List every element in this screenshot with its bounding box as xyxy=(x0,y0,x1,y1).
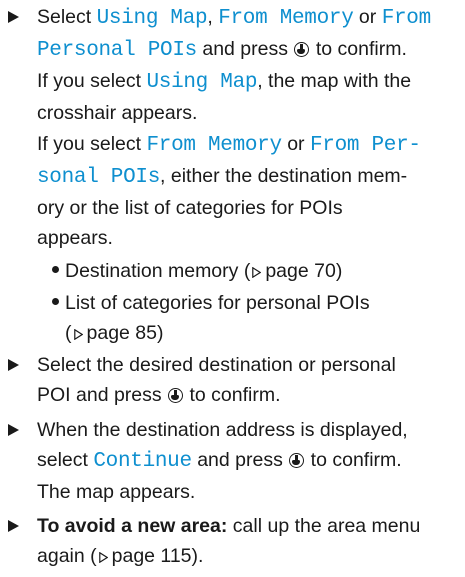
text: to confirm. xyxy=(310,38,407,60)
text: Select the desired destination or person… xyxy=(37,354,396,376)
text-line: When the destination address is displaye… xyxy=(37,415,460,445)
text-line: POI and press to confirm. xyxy=(37,380,460,410)
text: or xyxy=(281,133,310,155)
text: call up the area menu xyxy=(227,515,421,537)
page-reference-triangle-icon xyxy=(73,329,83,340)
list-item-destination-memory: Destination memory ( page 70) xyxy=(52,256,462,286)
option-using-map: Using Map xyxy=(146,71,258,94)
text-line: ( page 85) xyxy=(52,318,462,348)
text: ) xyxy=(157,322,164,344)
text-line: ory or the list of categories for POIs xyxy=(37,193,462,223)
text: If you select xyxy=(37,133,147,155)
text-line: crosshair appears. xyxy=(37,98,460,128)
text: ( xyxy=(65,322,72,344)
text-line: List of categories for personal POIs xyxy=(52,288,462,318)
text: , the map with the xyxy=(257,70,412,92)
text: If you select xyxy=(37,70,147,92)
text-line: Select the desired destination or person… xyxy=(37,350,460,380)
page-link[interactable]: page 115 xyxy=(112,545,192,567)
manual-page: Select Using Map, From Memory or From Pe… xyxy=(0,0,465,577)
page-link[interactable]: page 70 xyxy=(265,260,336,282)
list-item-personal-poi-categories: List of categories for personal POIs ( pa… xyxy=(52,288,462,348)
text-line: The map appears. xyxy=(37,477,460,507)
text: , xyxy=(207,6,219,28)
controller-knob-icon xyxy=(289,453,305,468)
paragraph-memory-or-personal: If you select From Memory or From Per- s… xyxy=(37,129,462,253)
step-text: Select the desired destination or person… xyxy=(37,350,460,410)
text: List of categories for personal POIs xyxy=(65,292,370,314)
step-arrow-icon xyxy=(8,359,19,371)
text: to confirm. xyxy=(184,384,281,406)
text: appears. xyxy=(37,227,113,249)
text: Select xyxy=(37,6,97,28)
step-continue: When the destination address is displaye… xyxy=(8,415,460,507)
text-line: If you select From Memory or From Per- xyxy=(37,129,462,161)
text: ) xyxy=(335,260,343,282)
text: select xyxy=(37,449,94,471)
page-link[interactable]: page 85 xyxy=(87,322,158,344)
page-reference-triangle-icon xyxy=(98,552,108,563)
text: to confirm. xyxy=(305,449,402,471)
option-from-personal-pois: sonal POIs xyxy=(37,166,161,189)
page-reference-triangle-icon xyxy=(252,267,262,278)
bullet-icon xyxy=(52,266,59,273)
option-from-memory: From Memory xyxy=(146,134,282,157)
option-from-memory: From Memory xyxy=(218,7,354,30)
text: and press xyxy=(196,38,294,60)
option-using-map: Using Map xyxy=(96,7,208,30)
text-line: appears. xyxy=(37,223,462,253)
text-line: again ( page 115). xyxy=(37,541,460,571)
controller-knob-icon xyxy=(168,388,184,403)
step-arrow-icon xyxy=(8,11,19,23)
text: or xyxy=(353,6,382,28)
text: again ( xyxy=(37,545,97,567)
option-from-personal-pois: From xyxy=(381,7,432,30)
option-from-personal-pois: Personal POIs xyxy=(37,39,197,62)
bullet-icon xyxy=(52,298,59,305)
option-continue: Continue xyxy=(93,450,192,473)
text-line: If you select Using Map, the map with th… xyxy=(37,66,460,98)
text: Destination memory ( xyxy=(65,260,251,282)
step-arrow-icon xyxy=(8,520,19,532)
text: The map appears. xyxy=(37,481,196,503)
option-from-personal-pois: From Per- xyxy=(309,134,421,157)
step-text: Select Using Map, From Memory or From Pe… xyxy=(37,2,460,128)
text: POI and press xyxy=(37,384,168,406)
text: ory or the list of categories for POIs xyxy=(37,197,343,219)
text: , either the destination mem- xyxy=(160,165,408,187)
text: crosshair appears. xyxy=(37,102,198,124)
step-text: To avoid a new area: call up the area me… xyxy=(37,511,460,571)
step-text: When the destination address is displaye… xyxy=(37,415,460,507)
text-line: Personal POIs and press to confirm. xyxy=(37,34,460,66)
step-select-source: Select Using Map, From Memory or From Pe… xyxy=(8,2,460,128)
controller-knob-icon xyxy=(294,42,310,57)
text-line: sonal POIs, either the destination mem- xyxy=(37,161,462,193)
text-line: To avoid a new area: call up the area me… xyxy=(37,511,460,541)
text: When the destination address is displaye… xyxy=(37,419,408,441)
step-avoid-new-area: To avoid a new area: call up the area me… xyxy=(8,511,460,571)
step-arrow-icon xyxy=(8,424,19,436)
text: and press xyxy=(191,449,289,471)
text-line: Select Using Map, From Memory or From xyxy=(37,2,460,34)
text-line: select Continue and press to confirm. xyxy=(37,445,460,477)
bold-heading: To avoid a new area: xyxy=(37,515,228,537)
step-select-destination: Select the desired destination or person… xyxy=(8,350,460,410)
text: ). xyxy=(191,545,204,567)
